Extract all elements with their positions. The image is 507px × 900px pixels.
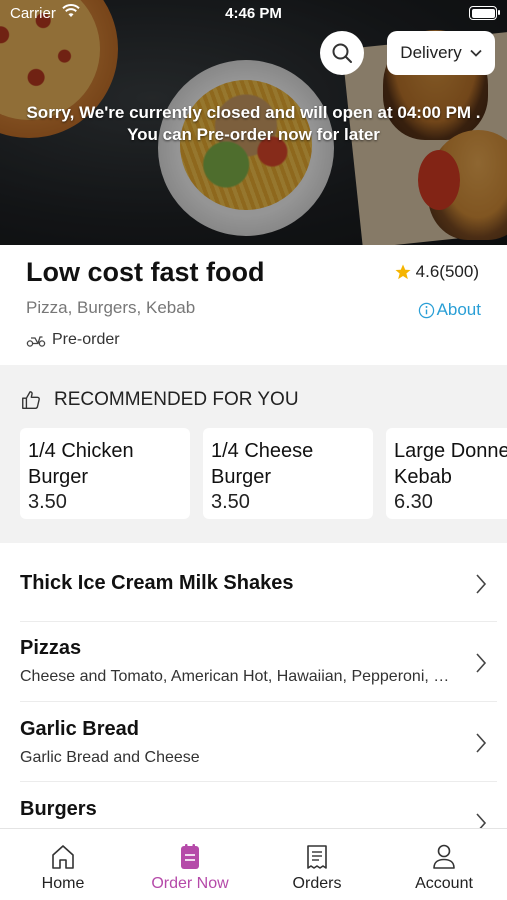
menu-category-title: Burgers	[20, 798, 97, 820]
tab-orders[interactable]: Orders	[254, 843, 380, 893]
recommended-card[interactable]: 1/4 Cheese Burger 3.50	[203, 428, 373, 519]
clock: 4:46 PM	[225, 5, 282, 22]
thumbs-up-icon	[22, 391, 40, 409]
tab-label: Order Now	[151, 875, 229, 892]
recommended-heading: RECOMMENDED FOR YOU	[20, 389, 299, 411]
restaurant-name: Low cost fast food	[26, 257, 265, 287]
restaurant-info: Low cost fast food 4.6(500) Pizza, Burge…	[0, 245, 507, 365]
recommended-item-name: 1/4 Chicken	[28, 440, 134, 462]
chevron-right-icon	[476, 733, 487, 753]
battery-icon	[469, 6, 500, 20]
about-link[interactable]: About	[418, 300, 481, 320]
menu-category-list: Thick Ice Cream Milk Shakes Pizzas Chees…	[0, 543, 507, 828]
menu-category-title: Thick Ice Cream Milk Shakes	[20, 572, 294, 594]
search-icon	[332, 43, 352, 63]
account-icon	[433, 844, 455, 869]
recommended-item-name: 1/4 Cheese	[211, 440, 314, 462]
menu-category-title: Garlic Bread	[20, 718, 139, 740]
recommended-item-name: Kebab	[394, 466, 452, 488]
menu-category-item[interactable]: Garlic Bread Garlic Bread and Cheese	[20, 702, 497, 782]
tab-home[interactable]: Home	[0, 843, 126, 893]
recommended-item-name: Large Donne	[394, 440, 507, 462]
tab-label: Account	[415, 875, 473, 892]
tab-label: Home	[41, 875, 85, 892]
star-icon	[395, 264, 411, 280]
menu-category-description: Cheese and Tomato, American Hot, Hawaiia…	[20, 668, 450, 685]
orders-icon	[307, 845, 327, 869]
rating: 4.6(500)	[394, 262, 479, 282]
menu-category-item[interactable]: Thick Ice Cream Milk Shakes	[20, 543, 497, 622]
menu-category-item[interactable]: Burgers	[20, 782, 497, 828]
menu-category-item[interactable]: Pizzas Cheese and Tomato, American Hot, …	[20, 622, 497, 702]
chevron-down-icon	[470, 49, 482, 57]
home-icon	[52, 845, 74, 869]
menu-category-title: Pizzas	[20, 637, 82, 659]
preorder-label: Pre-order	[52, 331, 120, 348]
chevron-right-icon	[476, 574, 487, 594]
recommended-card[interactable]: Large Donne Kebab 6.30	[386, 428, 507, 519]
info-icon	[418, 302, 434, 318]
search-button[interactable]	[320, 31, 364, 75]
chevron-right-icon	[476, 653, 487, 673]
chevron-right-icon	[476, 813, 487, 828]
preorder-badge: Pre-order	[26, 331, 120, 349]
closed-notice-line: Sorry, We're currently closed and will o…	[26, 103, 481, 122]
tab-order-now[interactable]: Order Now	[127, 843, 253, 893]
delivery-mode-label: Delivery	[400, 43, 462, 62]
cuisine-list: Pizza, Burgers, Kebab	[26, 298, 196, 317]
scooter-icon	[26, 336, 46, 347]
recommended-title: RECOMMENDED FOR YOU	[54, 389, 299, 410]
tab-account[interactable]: Account	[381, 843, 507, 893]
order-now-icon	[181, 844, 199, 869]
tab-label: Orders	[292, 875, 342, 892]
status-bar: Carrier 4:46 PM	[0, 0, 507, 28]
recommended-section: RECOMMENDED FOR YOU 1/4 Chicken Burger 3…	[0, 365, 507, 543]
menu-category-description: Garlic Bread and Cheese	[20, 749, 200, 766]
restaurant-banner: Carrier 4:46 PM Delivery Sorry, We're cu…	[0, 0, 507, 245]
about-label: About	[436, 300, 481, 319]
recommended-item-name: Burger	[211, 466, 272, 488]
closed-notice-line: You can Pre-order now for later	[127, 125, 380, 144]
delivery-mode-select[interactable]: Delivery	[387, 31, 495, 75]
recommended-card[interactable]: 1/4 Chicken Burger 3.50	[20, 428, 190, 519]
recommended-item-price: 3.50	[28, 491, 67, 513]
rating-value: 4.6(500)	[415, 262, 479, 281]
recommended-item-price: 6.30	[394, 491, 433, 513]
recommended-item-price: 3.50	[211, 491, 250, 513]
recommended-item-name: Burger	[28, 466, 89, 488]
closed-notice: Sorry, We're currently closed and will o…	[0, 102, 507, 146]
bottom-tab-bar: Home Order Now Orders Account	[0, 828, 507, 900]
